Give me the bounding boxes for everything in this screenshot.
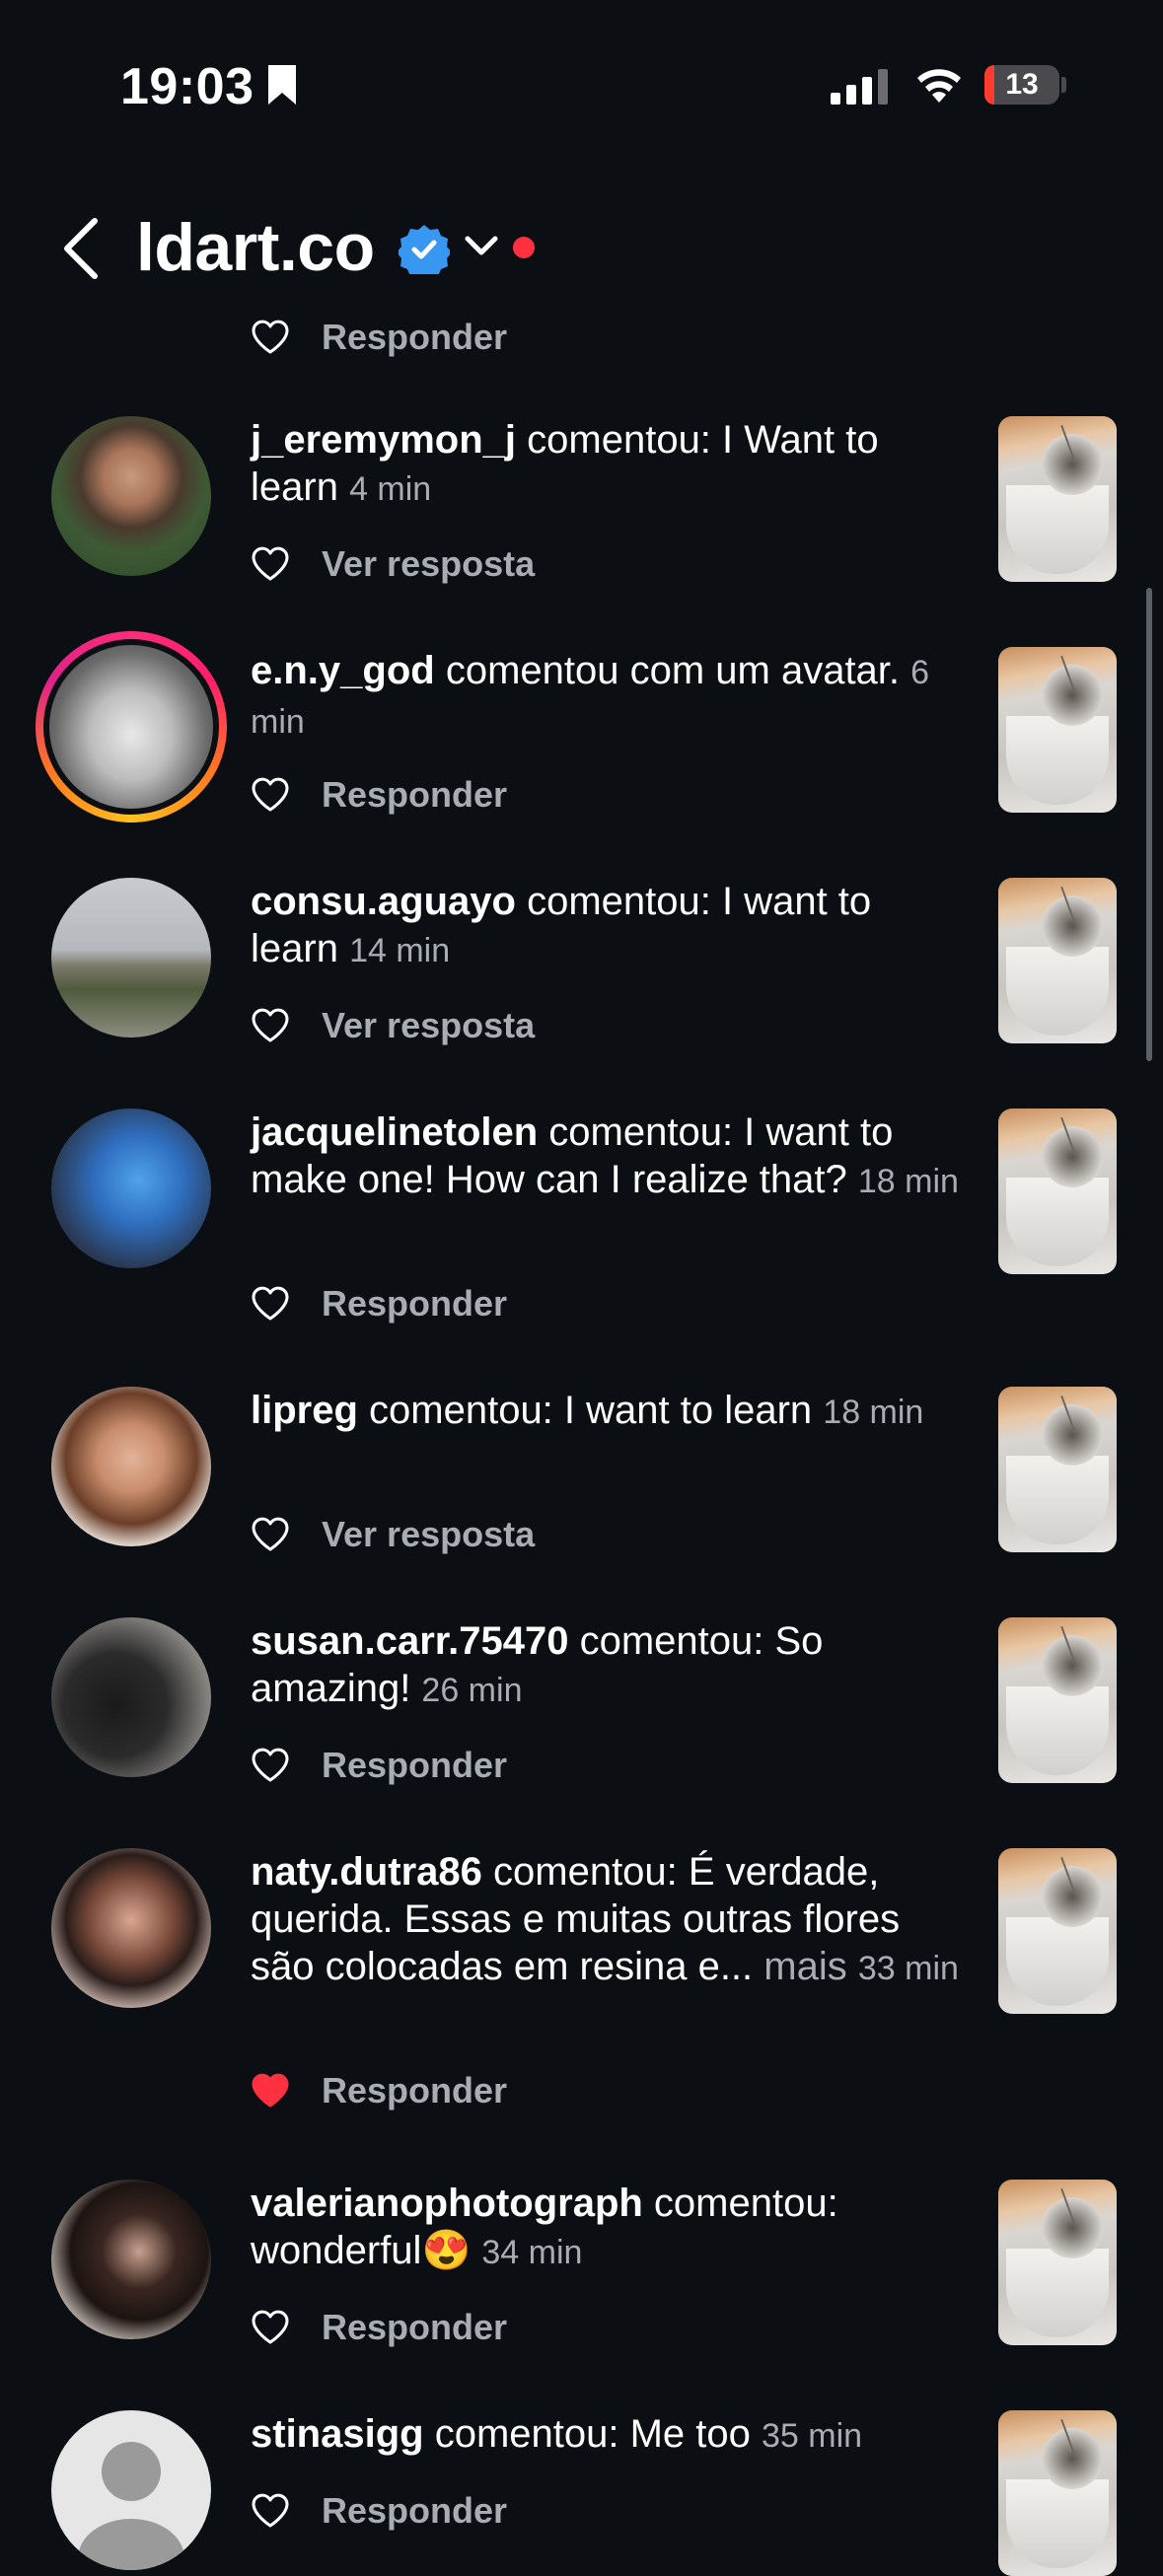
avatar[interactable]	[36, 631, 227, 823]
heart-icon[interactable]	[251, 320, 290, 355]
default-avatar-icon	[78, 2442, 184, 2570]
view-reply-button[interactable]: Ver resposta	[322, 1002, 535, 1049]
heart-icon[interactable]	[251, 2493, 290, 2529]
avatar[interactable]	[51, 2180, 211, 2339]
post-thumbnail[interactable]	[998, 1387, 1117, 1552]
verified-badge-icon	[399, 225, 450, 274]
cellular-signal-icon	[831, 69, 888, 105]
heart-eyes-emoji: 😍	[421, 2229, 472, 2272]
timestamp: 26 min	[421, 1672, 523, 1709]
reply-button[interactable]: Responder	[322, 2067, 507, 2114]
heart-filled-icon[interactable]	[251, 2073, 290, 2109]
heart-icon[interactable]	[251, 1008, 290, 1043]
more-link[interactable]: mais	[763, 1945, 846, 1988]
reply-button[interactable]: Responder	[322, 2304, 507, 2351]
reply-button[interactable]: Responder	[322, 771, 507, 819]
reply-button[interactable]: Responder	[322, 2487, 507, 2535]
notification-dot	[513, 237, 535, 258]
view-reply-button[interactable]: Ver resposta	[322, 1511, 535, 1558]
status-bar: 19:03 13	[0, 0, 1163, 168]
post-thumbnail[interactable]	[998, 1109, 1117, 1274]
timestamp: 14 min	[349, 932, 451, 969]
wifi-icon	[917, 69, 961, 103]
back-arrow-icon[interactable]	[59, 217, 103, 280]
timestamp: 4 min	[349, 470, 432, 508]
username[interactable]: lipreg	[251, 1389, 358, 1432]
username[interactable]: jacquelinetolen	[251, 1110, 538, 1154]
heart-icon[interactable]	[251, 2310, 290, 2345]
timestamp: 33 min	[857, 1950, 959, 1987]
view-reply-button[interactable]: Ver resposta	[322, 540, 535, 588]
post-thumbnail[interactable]	[998, 2410, 1117, 2576]
avatar[interactable]	[51, 1617, 211, 1777]
avatar[interactable]	[51, 1387, 211, 1546]
account-title[interactable]: ldart.co	[136, 209, 375, 286]
post-thumbnail[interactable]	[998, 416, 1117, 582]
battery-percent: 13	[1005, 68, 1039, 101]
comment-text: comentou: I want to learn	[357, 1389, 824, 1432]
heart-icon[interactable]	[251, 1286, 290, 1322]
heart-icon[interactable]	[251, 546, 290, 582]
timestamp: 18 min	[857, 1163, 959, 1200]
battery-indicator: 13	[984, 65, 1059, 105]
status-time: 19:03	[120, 58, 254, 115]
reply-button[interactable]: Responder	[322, 1280, 507, 1327]
post-thumbnail[interactable]	[998, 2180, 1117, 2345]
username[interactable]: stinasigg	[251, 2412, 424, 2456]
header: ldart.co	[0, 187, 1163, 306]
post-thumbnail[interactable]	[998, 878, 1117, 1043]
comment-text: comentou: Me too	[423, 2412, 762, 2456]
timestamp: 34 min	[481, 2234, 583, 2271]
avatar[interactable]	[51, 416, 211, 576]
chevron-down-icon[interactable]	[464, 235, 499, 258]
avatar[interactable]	[51, 2410, 211, 2570]
username[interactable]: consu.aguayo	[251, 880, 516, 923]
username[interactable]: valerianophotograph	[251, 2182, 643, 2225]
post-thumbnail[interactable]	[998, 1848, 1117, 2014]
reply-button[interactable]: Responder	[322, 1742, 507, 1789]
avatar[interactable]	[51, 1848, 211, 2008]
timestamp: 18 min	[823, 1394, 924, 1431]
heart-icon[interactable]	[251, 1748, 290, 1783]
scrollbar[interactable]	[1146, 588, 1152, 1061]
heart-icon[interactable]	[251, 777, 290, 813]
avatar[interactable]	[51, 878, 211, 1038]
username[interactable]: j_eremymon_j	[251, 418, 516, 462]
post-thumbnail[interactable]	[998, 647, 1117, 813]
username[interactable]: e.n.y_god	[251, 649, 435, 692]
reply-button[interactable]: Responder	[322, 314, 507, 361]
username[interactable]: susan.carr.75470	[251, 1619, 568, 1663]
post-thumbnail[interactable]	[998, 1617, 1117, 1783]
heart-icon[interactable]	[251, 1517, 290, 1552]
bookmark-icon	[268, 65, 296, 105]
username[interactable]: naty.dutra86	[251, 1850, 482, 1894]
comment-text: comentou com um avatar.	[434, 649, 911, 692]
avatar[interactable]	[51, 1109, 211, 1268]
timestamp: 35 min	[762, 2417, 863, 2455]
